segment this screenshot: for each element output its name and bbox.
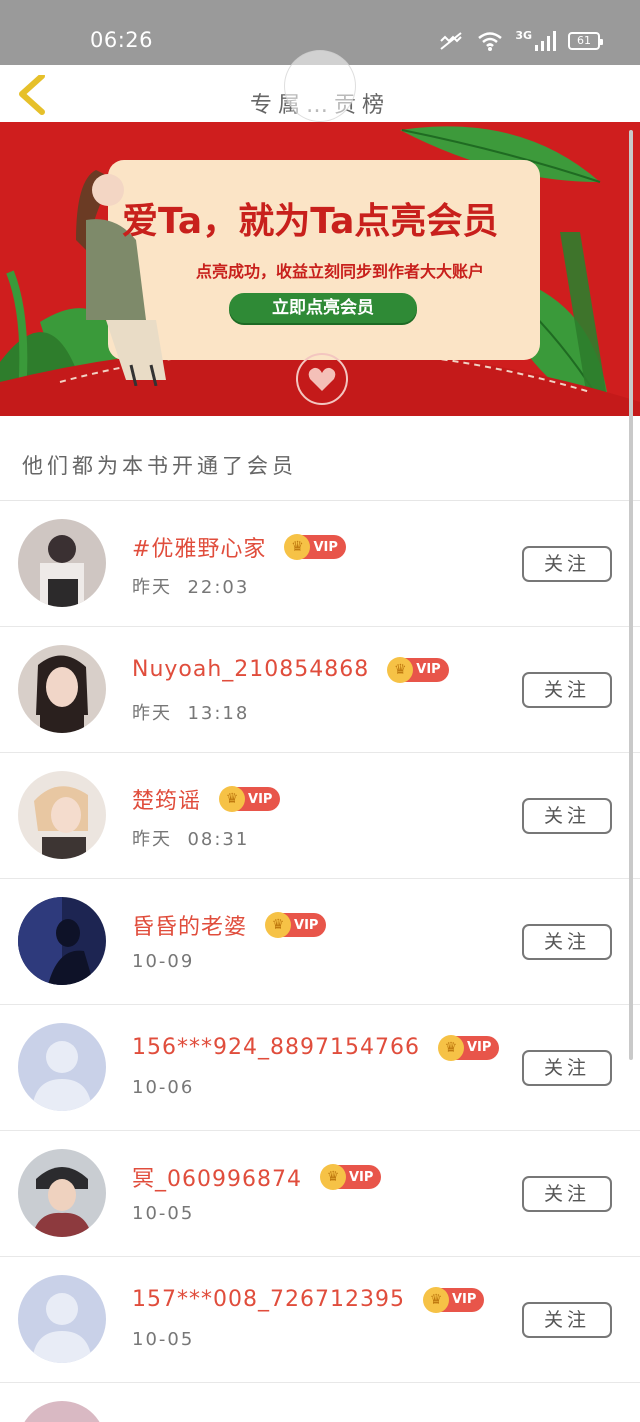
crown-icon: ♛ [422, 1286, 449, 1313]
member-name-row: 楚筠谣 ♛ VIP [132, 783, 281, 815]
vip-badge: ♛ VIP [387, 656, 449, 683]
crown-icon: ♛ [284, 534, 311, 560]
avatar[interactable] [18, 897, 106, 985]
vip-badge: ♛ VIP [265, 912, 327, 938]
follow-button[interactable]: 关注 [522, 1050, 612, 1086]
crown-icon: ♛ [437, 1034, 464, 1061]
follow-button[interactable]: 关注 [522, 1302, 612, 1338]
member-time: 10-05 [132, 1329, 195, 1350]
list-item[interactable]: 157***008_726712395 ♛ VIP 10-05 关注 [0, 1257, 640, 1383]
vip-label: VIP [416, 662, 441, 677]
promo-banner[interactable]: 爱Ta，就为Ta点亮会员 点亮成功，收益立刻同步到作者大大账户 立即点亮会员 [0, 122, 640, 416]
vip-badge: ♛ VIP [437, 1034, 500, 1061]
heart-seal-icon [296, 353, 348, 405]
vip-badge: ♛ VIP [219, 786, 281, 812]
member-name-row: 156***924_8897154766 ♛ VIP [132, 1034, 500, 1061]
member-name-row: 157***008_726712395 ♛ VIP [132, 1286, 485, 1313]
member-name[interactable]: 冥_060996874 [132, 1161, 302, 1193]
status-icons: 3G 61 [437, 28, 603, 54]
member-time: 10-05 [132, 1203, 195, 1224]
scrollbar[interactable] [629, 130, 633, 1060]
avatar[interactable] [18, 645, 106, 733]
member-list: #优雅野心家 ♛ VIP 昨天 22:03 关注 Nuyoah_210854868… [0, 501, 640, 1422]
member-name[interactable]: 昏昏的老婆 [132, 909, 247, 941]
list-item[interactable]: 昏昏的老婆 ♛ VIP 10-09 关注 [0, 879, 640, 1005]
vip-label: VIP [466, 1040, 492, 1055]
list-item[interactable]: #优雅野心家 ♛ VIP 昨天 22:03 关注 [0, 501, 640, 627]
vip-label: VIP [451, 1292, 477, 1307]
crown-icon: ♛ [319, 1164, 346, 1190]
member-name[interactable]: #优雅野心家 [132, 531, 266, 563]
wifi-icon [478, 32, 503, 51]
member-time: 10-06 [132, 1077, 195, 1098]
follow-button[interactable]: 关注 [522, 546, 612, 582]
crown-icon: ♛ [387, 656, 414, 683]
follow-button[interactable]: 关注 [522, 1176, 612, 1212]
list-item[interactable]: 156***924_8897154766 ♛ VIP 10-06 关注 [0, 1005, 640, 1131]
avatar[interactable] [18, 1275, 106, 1363]
member-name[interactable]: 楚筠谣 [132, 783, 201, 815]
vibrate-mute-icon [440, 32, 463, 50]
signal-icon [535, 31, 556, 51]
member-name-row: #优雅野心家 ♛ VIP [132, 531, 346, 563]
vip-label: VIP [248, 791, 273, 807]
member-time: 昨天 22:03 [132, 577, 250, 598]
follow-button[interactable]: 关注 [522, 924, 612, 960]
vip-label: VIP [348, 1169, 374, 1185]
vip-label: VIP [313, 539, 338, 555]
member-name-row: Nuyoah_210854868 ♛ VIP [132, 656, 449, 683]
list-item[interactable]: 楚筠谣 ♛ VIP 昨天 08:31 关注 [0, 753, 640, 879]
vip-badge: ♛ VIP [284, 534, 346, 560]
list-item-partial[interactable] [0, 1383, 640, 1422]
list-item[interactable]: 冥_060996874 ♛ VIP 10-05 关注 [0, 1131, 640, 1257]
activate-vip-button[interactable]: 立即点亮会员 [229, 293, 417, 323]
crown-icon: ♛ [219, 786, 246, 812]
vip-badge: ♛ VIP [319, 1164, 382, 1190]
members-section-heading: 他们都为本书开通了会员 [22, 454, 297, 478]
network-type: 3G [515, 28, 532, 42]
avatar[interactable] [18, 1401, 106, 1422]
touch-indicator [284, 50, 356, 122]
avatar[interactable] [18, 519, 106, 607]
crown-icon: ♛ [265, 912, 292, 938]
follow-button[interactable]: 关注 [522, 672, 612, 708]
member-name[interactable]: 157***008_726712395 [132, 1287, 405, 1312]
avatar[interactable] [18, 1023, 106, 1111]
list-item[interactable]: Nuyoah_210854868 ♛ VIP 昨天 13:18 关注 [0, 627, 640, 753]
member-name[interactable]: Nuyoah_210854868 [132, 657, 369, 682]
member-name-row: 冥_060996874 ♛ VIP [132, 1161, 382, 1193]
battery-icon: 61 [568, 32, 603, 50]
banner-title: 爱Ta，就为Ta点亮会员 [122, 201, 499, 242]
follow-button[interactable]: 关注 [522, 798, 612, 834]
member-time: 昨天 13:18 [132, 703, 250, 724]
avatar[interactable] [18, 1149, 106, 1237]
banner-subtitle: 点亮成功，收益立刻同步到作者大大账户 [195, 262, 484, 281]
vip-badge: ♛ VIP [422, 1286, 485, 1313]
member-time: 10-09 [132, 951, 195, 972]
member-name-row: 昏昏的老婆 ♛ VIP [132, 909, 327, 941]
vip-label: VIP [294, 917, 319, 933]
member-name[interactable]: 156***924_8897154766 [132, 1035, 420, 1060]
member-time: 昨天 08:31 [132, 829, 250, 850]
avatar[interactable] [18, 771, 106, 859]
status-time: 06:26 [90, 28, 154, 52]
